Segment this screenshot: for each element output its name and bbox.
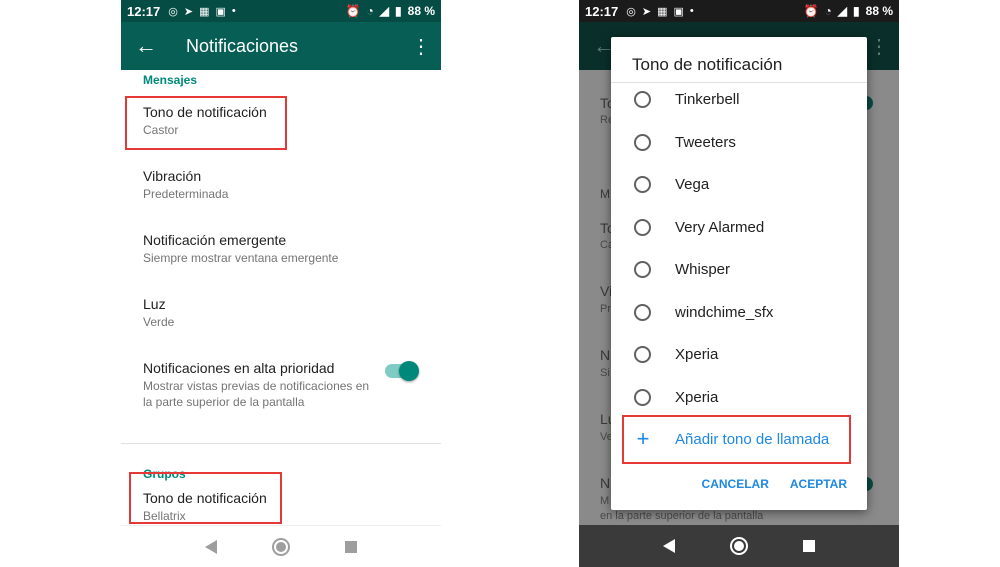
phone-screen-right: 12:17 ◎ ➤ ▦ ▣ • ⏰ ◔ ◢ ▮ 88 % ← ⋮ To Re M… <box>579 0 899 567</box>
highlight-box <box>622 415 851 464</box>
radio-button[interactable] <box>634 90 651 108</box>
radio-button[interactable] <box>634 260 651 278</box>
nav-back-icon[interactable] <box>663 539 675 553</box>
bg-text: M <box>600 187 610 201</box>
nav-home-icon[interactable] <box>272 537 290 556</box>
battery-icon: ▮ <box>853 4 860 18</box>
battery-level: 88 % <box>407 4 435 18</box>
divider <box>121 443 441 444</box>
status-bar: 12:17 ◎ ➤ ▦ ▣ • ⏰ ◔ ◢ ▮ 88 % <box>579 0 899 22</box>
option-label: Xperia <box>675 345 719 363</box>
telegram-icon: ➤ <box>641 5 652 18</box>
battery-level: 88 % <box>865 4 893 18</box>
pref-title: Notificaciones en alta prioridad <box>143 360 335 376</box>
status-time: 12:17 <box>127 3 161 19</box>
whatsapp-icon: ◎ <box>168 5 178 18</box>
wifi-icon: ◔ <box>366 4 374 18</box>
ringtone-option[interactable]: Vega <box>611 163 867 205</box>
more-options-icon[interactable]: ⋮ <box>401 34 441 59</box>
ringtone-option[interactable]: Very Alarmed <box>611 206 867 248</box>
radio-button[interactable] <box>634 133 651 151</box>
pref-subtitle: Siempre mostrar ventana emergente <box>143 251 339 265</box>
system-nav-bar <box>579 525 899 567</box>
option-label: Xperia <box>675 388 719 406</box>
pref-title: Luz <box>143 296 166 312</box>
option-label: Very Alarmed <box>675 218 765 236</box>
pref-subtitle: Predeterminada <box>143 187 229 201</box>
battery-icon: ▮ <box>395 4 402 18</box>
nav-recents-icon[interactable] <box>345 540 357 553</box>
telegram-icon: ➤ <box>183 5 194 18</box>
highlight-box <box>125 96 287 150</box>
cancel-button[interactable]: CANCELAR <box>702 477 769 491</box>
ringtone-option[interactable]: Tinkerbell <box>611 78 867 120</box>
pref-popup-notification[interactable]: Notificación emergente Siempre mostrar v… <box>121 218 441 282</box>
radio-button[interactable] <box>634 388 651 406</box>
nav-home-icon[interactable] <box>730 537 748 555</box>
dot-icon: • <box>231 5 236 17</box>
news-icon: ▦ <box>657 5 668 18</box>
bg-text: Pr <box>600 303 611 315</box>
ringtone-dialog: Tono de notificación Tinkerbell Tweeters… <box>611 37 867 510</box>
alarm-icon: ⏰ <box>803 4 819 18</box>
option-label: Tinkerbell <box>675 90 740 108</box>
ringtone-option[interactable]: windchime_sfx <box>611 291 867 333</box>
status-time: 12:17 <box>585 3 619 19</box>
option-label: Vega <box>675 175 710 193</box>
nav-recents-icon[interactable] <box>803 540 815 552</box>
app-icon: ▣ <box>215 5 226 18</box>
app-icon: ▣ <box>673 5 684 18</box>
radio-button[interactable] <box>634 303 651 321</box>
alarm-icon: ⏰ <box>345 4 361 18</box>
bg-text: N <box>600 475 611 491</box>
option-label: Tweeters <box>675 133 736 151</box>
wifi-icon: ◔ <box>824 4 832 18</box>
system-nav-bar <box>121 525 441 567</box>
bg-text: N <box>600 347 611 363</box>
pref-vibration[interactable]: Vibración Predeterminada <box>121 154 441 218</box>
ringtone-option[interactable]: Xperia <box>611 376 867 418</box>
option-label: Whisper <box>675 260 731 278</box>
pref-high-priority[interactable]: Notificaciones en alta prioridad Mostrar… <box>121 346 441 428</box>
option-label: windchime_sfx <box>675 303 774 321</box>
section-header-mensajes: Mensajes <box>143 73 198 87</box>
ringtone-option[interactable]: Whisper <box>611 248 867 290</box>
dot-icon: • <box>689 5 694 17</box>
back-arrow-icon[interactable]: ← <box>121 33 171 59</box>
ringtone-option[interactable]: Tweeters <box>611 121 867 163</box>
status-bar: 12:17 ◎ ➤ ▦ ▣ • ⏰ ◔ ◢ ▮ 88 % <box>121 0 441 22</box>
pref-subtitle: Verde <box>143 315 175 329</box>
radio-button[interactable] <box>634 218 651 236</box>
page-title: Notificaciones <box>186 35 299 56</box>
ringtone-option[interactable]: Xperia <box>611 333 867 375</box>
accept-button[interactable]: ACEPTAR <box>790 477 847 491</box>
pref-title: Notificación emergente <box>143 232 287 248</box>
pref-subtitle: Mostrar vistas previas de notificaciones… <box>143 379 370 409</box>
news-icon: ▦ <box>199 5 210 18</box>
signal-icon: ◢ <box>837 4 848 18</box>
app-bar: ← Notificaciones ⋮ <box>121 22 441 70</box>
pref-light[interactable]: Luz Verde <box>121 282 441 346</box>
bg-text: M <box>600 495 610 507</box>
radio-button[interactable] <box>634 175 651 193</box>
phone-screen-left: 12:17 ◎ ➤ ▦ ▣ • ⏰ ◔ ◢ ▮ 88 % ← Notificac… <box>121 0 441 567</box>
dialog-title: Tono de notificación <box>632 55 783 74</box>
signal-icon: ◢ <box>379 4 390 18</box>
bg-text: en la parte superior de la pantalla <box>600 510 764 522</box>
highlight-box <box>129 472 282 524</box>
nav-back-icon[interactable] <box>205 539 217 554</box>
dialog-actions: CANCELAR ACEPTAR <box>702 477 847 491</box>
radio-button[interactable] <box>634 345 651 363</box>
high-priority-toggle[interactable] <box>385 361 419 381</box>
whatsapp-icon: ◎ <box>626 5 636 18</box>
bg-text: Si <box>600 367 610 379</box>
pref-title: Vibración <box>143 168 202 184</box>
toggle-knob <box>399 361 419 381</box>
